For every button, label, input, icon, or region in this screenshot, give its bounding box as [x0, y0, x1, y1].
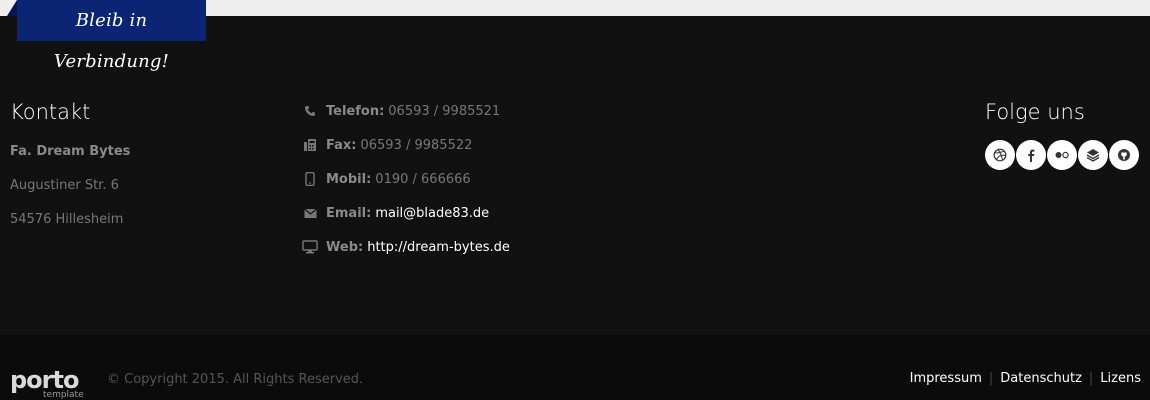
nav-separator: | — [1088, 371, 1094, 386]
facebook-icon[interactable] — [1016, 140, 1046, 170]
company-name: Fa. Dream Bytes — [10, 144, 131, 159]
fax-label: Fax: — [326, 137, 357, 153]
kontakt-title: Kontakt — [10, 100, 91, 124]
email-link[interactable]: mail@blade83.de — [375, 206, 489, 221]
mobile-value: 0190 / 666666 — [375, 171, 471, 187]
nav-datenschutz[interactable]: Datenschutz — [1000, 371, 1082, 386]
fax-icon — [302, 137, 318, 153]
ribbon-fold — [7, 0, 17, 16]
folge-uns-title: Folge uns — [985, 100, 1085, 124]
fax-row: Fax: 06593 / 9985522 — [302, 135, 472, 155]
phone-label: Telefon: — [326, 103, 385, 119]
flickr-icon[interactable] — [1047, 140, 1077, 170]
bottom-nav: Impressum | Datenschutz | Lizens — [910, 371, 1141, 386]
porto-logo[interactable]: porto template — [10, 366, 84, 400]
ribbon-label: Bleib in Verbindung! — [17, 0, 206, 72]
city-address: 54576 Hillesheim — [10, 212, 124, 227]
web-link[interactable]: http://dream-bytes.de — [367, 240, 510, 255]
nav-impressum[interactable]: Impressum — [910, 371, 982, 386]
fax-value: 06593 / 9985522 — [360, 137, 473, 153]
stack-icon[interactable] — [1078, 140, 1108, 170]
email-label: Email: — [326, 205, 372, 221]
logo-main-text: porto — [10, 366, 79, 394]
dribbble-icon[interactable] — [985, 140, 1015, 170]
nav-separator: | — [988, 371, 994, 386]
phone-row: Telefon: 06593 / 9985521 — [302, 101, 500, 121]
copyright-text: © Copyright 2015. All Rights Reserved. — [107, 372, 364, 387]
street-address: Augustiner Str. 6 — [10, 178, 119, 193]
footer-main — [0, 16, 1150, 335]
logo-sub-text: template — [43, 390, 84, 400]
phone-icon — [302, 103, 318, 119]
email-row: Email: mail@blade83.de — [302, 203, 489, 223]
envelope-icon — [302, 205, 318, 221]
mobile-icon — [302, 171, 318, 187]
nav-lizens[interactable]: Lizens — [1100, 371, 1141, 386]
web-label: Web: — [326, 239, 364, 255]
footer-bottom — [0, 335, 1150, 400]
web-row: Web: http://dream-bytes.de — [302, 237, 510, 257]
mobile-label: Mobil: — [326, 171, 372, 187]
github-icon[interactable] — [1109, 140, 1139, 170]
desktop-icon — [302, 239, 318, 255]
mobile-row: Mobil: 0190 / 666666 — [302, 169, 471, 189]
phone-value: 06593 / 9985521 — [388, 103, 501, 119]
